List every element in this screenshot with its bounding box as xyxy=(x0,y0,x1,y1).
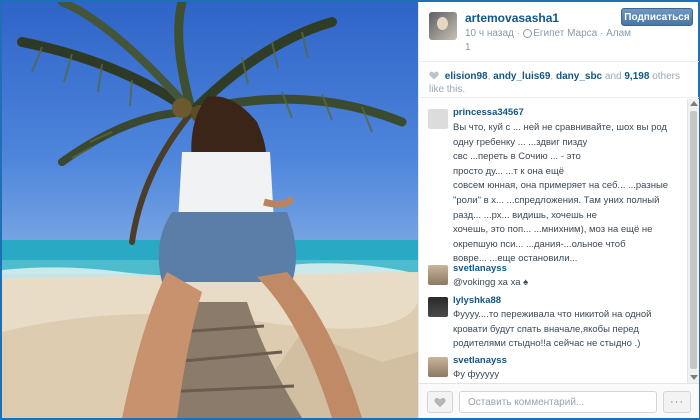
commenter-avatar[interactable] xyxy=(428,265,448,285)
comment-input[interactable] xyxy=(459,391,657,413)
comment-text: @vokingg ха ха ♠ xyxy=(453,277,529,288)
comment-line: хочешь, это поп... ...мнихним), моз на е… xyxy=(453,224,653,236)
comment-line: разд... ...рх... видишь, хочешь не xyxy=(453,209,597,221)
author-avatar[interactable] xyxy=(429,12,457,40)
comment-line: одну гребенку ... ...здвиг пизду xyxy=(453,136,588,148)
likes-and: and xyxy=(604,71,622,82)
meta-separator: · xyxy=(516,28,521,39)
comment-text: Вы что, куй с ... ней не сравнивайте, шо… xyxy=(453,121,681,267)
heart-outline-icon xyxy=(434,397,446,407)
commenter-avatar[interactable] xyxy=(428,357,448,377)
comment-line: свс ...переть в Сочию ... - это xyxy=(453,151,581,163)
beach-palm-illustration xyxy=(2,2,418,418)
post-header: artemovasasha1 10 ч назад · Египет Марса… xyxy=(419,2,699,62)
comment-text: Фу фууууу xyxy=(453,369,500,380)
comment-line: Вы что, куй с ... ней не сравнивайте, шо… xyxy=(453,122,667,133)
like-button[interactable] xyxy=(427,391,453,413)
meta-extra: 1 xyxy=(465,42,471,53)
comments-scrollbar[interactable] xyxy=(687,99,699,383)
comment-line: кровати будут спать вначале,якобы перед xyxy=(453,323,639,335)
commenter-username[interactable]: lylyshka88 xyxy=(453,295,501,306)
comment-line: совсем юнная, она примеряет на себ... ..… xyxy=(453,180,669,192)
likes-summary: elision98, andy_luis69, dany_sbc and 9,1… xyxy=(419,64,699,98)
comments-list: princessa34567 Вы что, куй с ... ней не … xyxy=(419,99,687,383)
commenter-username[interactable]: svetlanayss xyxy=(453,355,507,366)
comment-line: просто ду... ...т к она ещё xyxy=(453,165,565,177)
likes-count[interactable]: 9,198 xyxy=(624,71,649,82)
post-photo xyxy=(2,2,418,418)
comment-line: родителями стыдно!!а сейчас не стыдно .) xyxy=(453,338,641,350)
like-user[interactable]: andy_luis69 xyxy=(493,71,550,82)
post-meta: 10 ч назад · Египет Марса · Алам xyxy=(465,28,631,39)
commenter-username[interactable]: svetlanayss xyxy=(453,263,507,274)
scrollbar-thumb[interactable] xyxy=(690,111,697,369)
location-pin-icon xyxy=(523,29,533,38)
follow-button[interactable]: Подписаться xyxy=(621,8,693,26)
author-username[interactable]: artemovasasha1 xyxy=(465,11,559,25)
commenter-avatar[interactable] xyxy=(428,109,448,129)
like-user[interactable]: elision98 xyxy=(445,71,488,82)
more-options-button[interactable]: ··· xyxy=(663,391,691,413)
post-location[interactable]: Египет Марса · Алам xyxy=(533,28,631,39)
heart-icon xyxy=(429,71,439,80)
comment-line: окрепшую пси... ...дания-...ольное чтоб xyxy=(453,238,626,250)
like-user[interactable]: dany_sbc xyxy=(556,71,602,82)
comment-text: Фуууу....то переживала что никитой на од… xyxy=(453,308,681,352)
comment-line: Фуууу....то переживала что никитой на од… xyxy=(453,309,652,320)
comment-line: "роли" в х... ...спредложения. Там уних … xyxy=(453,194,660,206)
commenter-avatar[interactable] xyxy=(428,297,448,317)
post-time[interactable]: 10 ч назад xyxy=(465,28,514,39)
comment-footer: ··· xyxy=(419,383,699,418)
scroll-down-arrow-icon[interactable] xyxy=(690,375,698,380)
post-side-panel: artemovasasha1 10 ч назад · Египет Марса… xyxy=(418,2,699,418)
commenter-username[interactable]: princessa34567 xyxy=(453,107,524,118)
scroll-up-arrow-icon[interactable] xyxy=(690,101,698,106)
